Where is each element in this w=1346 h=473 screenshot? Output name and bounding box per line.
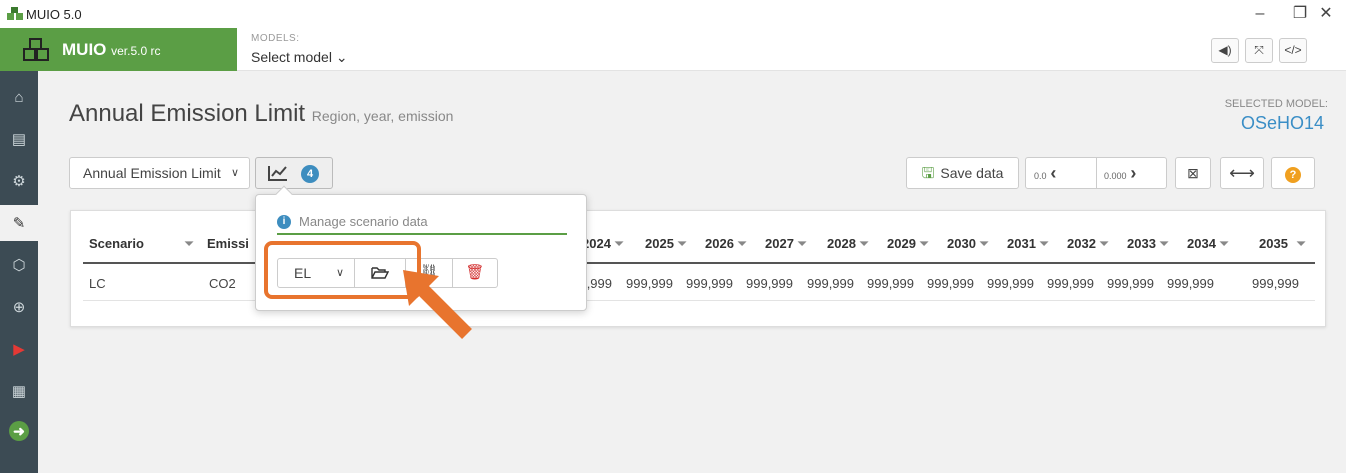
cell-value[interactable]: 999,999 bbox=[1241, 276, 1299, 291]
divider bbox=[1096, 158, 1097, 188]
column-header-year[interactable]: 2034 ⏷ bbox=[1187, 236, 1229, 252]
decimals-right-value: 0.000 bbox=[1104, 171, 1127, 181]
export-excel-button[interactable]: ⊠ bbox=[1175, 157, 1211, 189]
question-icon: ? bbox=[1285, 167, 1301, 183]
column-header-year[interactable]: 2025 ⏷ bbox=[645, 236, 687, 252]
arrows-horizontal-icon: ⟷ bbox=[1229, 163, 1255, 183]
arrow-right-icon[interactable]: ➜ bbox=[0, 413, 38, 449]
minimize-button[interactable]: – bbox=[1240, 3, 1280, 25]
parameter-select[interactable]: Annual Emission Limit ∨ bbox=[69, 157, 250, 189]
chevron-left-icon: ‹ bbox=[1050, 163, 1057, 183]
window-titlebar: MUIO 5.0 – ❐ ✕ bbox=[0, 0, 1346, 28]
column-header-year[interactable]: 2024 ⏷ bbox=[582, 236, 624, 252]
cube-icon[interactable]: ⬡ bbox=[0, 247, 38, 283]
column-header-scenario[interactable]: Scenario ⏷ bbox=[89, 236, 194, 252]
cell-value[interactable]: 999,999 bbox=[1036, 276, 1094, 291]
manage-scenario-input[interactable]: i Manage scenario data bbox=[277, 211, 567, 235]
close-button[interactable]: ✕ bbox=[1306, 3, 1346, 25]
models-label: MODELS: bbox=[251, 33, 300, 44]
cell-value[interactable]: 999,999 bbox=[735, 276, 793, 291]
info-icon: i bbox=[277, 215, 291, 229]
cell-emission[interactable]: CO2 bbox=[209, 276, 236, 291]
decimals-increase-button[interactable]: 0.000 › bbox=[1104, 158, 1136, 191]
app-logo-icon bbox=[7, 7, 23, 20]
help-button[interactable]: ? bbox=[1271, 157, 1315, 189]
sidebar-nav: ⌂ ▤ ⚙ ✎ ⬡ ⊕ ▶ ▦ ➜ bbox=[0, 71, 38, 473]
cell-value[interactable]: 999,999 bbox=[1096, 276, 1154, 291]
column-header-year[interactable]: 2033 ⏷ bbox=[1127, 236, 1169, 252]
decimal-control: 0.0 ‹ 0.000 › bbox=[1025, 157, 1167, 189]
page-title: Annual Emission Limit Region, year, emis… bbox=[69, 100, 453, 128]
cell-value[interactable]: 999,999 bbox=[976, 276, 1034, 291]
selected-model-label: SELECTED MODEL: bbox=[1224, 98, 1328, 110]
fullscreen-icon[interactable]: ⤧ bbox=[1245, 38, 1273, 63]
parameter-select-value: Annual Emission Limit bbox=[83, 165, 221, 181]
decimals-decrease-button[interactable]: 0.0 ‹ bbox=[1034, 158, 1056, 191]
column-width-button[interactable]: ⟷ bbox=[1220, 157, 1264, 189]
cell-value[interactable]: 999,999 bbox=[615, 276, 673, 291]
chevron-right-icon: › bbox=[1130, 163, 1137, 183]
column-header-year[interactable]: 2032 ⏷ bbox=[1067, 236, 1109, 252]
line-chart-icon bbox=[268, 166, 287, 181]
column-header-year[interactable]: 2030 ⏷ bbox=[947, 236, 989, 252]
cogs-icon[interactable]: ⚙ bbox=[0, 163, 38, 199]
save-data-label: Save data bbox=[940, 165, 1004, 181]
annotation-arrow-icon bbox=[403, 270, 472, 339]
cell-scenario[interactable]: LC bbox=[89, 276, 106, 291]
home-icon[interactable]: ⌂ bbox=[0, 79, 38, 115]
column-header-year[interactable]: 2028 ⏷ bbox=[827, 236, 869, 252]
document-icon[interactable]: ▤ bbox=[0, 121, 38, 157]
play-icon[interactable]: ▶ bbox=[0, 331, 38, 367]
cell-value[interactable]: 999,999 bbox=[916, 276, 974, 291]
chevron-down-icon: ∨ bbox=[230, 167, 239, 179]
decimals-left-value: 0.0 bbox=[1034, 171, 1047, 181]
edit-icon[interactable]: ✎ bbox=[0, 205, 38, 241]
zoom-icon[interactable]: ⊕ bbox=[0, 289, 38, 325]
column-header-emission[interactable]: Emissi bbox=[207, 236, 249, 251]
cubes-logo-icon bbox=[23, 38, 49, 61]
app-header: MODELS: Select model ⌄ ◀) ⤧ </> bbox=[237, 28, 1346, 71]
brand-panel[interactable]: MUIO ver.5.0 rc bbox=[0, 28, 237, 71]
selected-model-name: OSeHO14 bbox=[1240, 113, 1324, 133]
table-icon[interactable]: ▦ bbox=[0, 373, 38, 409]
volume-icon[interactable]: ◀) bbox=[1211, 38, 1239, 63]
code-icon[interactable]: </> bbox=[1279, 38, 1307, 63]
brand-name: MUIO bbox=[62, 40, 107, 59]
save-icon: 🖫 bbox=[921, 165, 935, 182]
window-title: MUIO 5.0 bbox=[26, 7, 82, 22]
cell-value[interactable]: 999,999 bbox=[796, 276, 854, 291]
filter-icon[interactable]: ⏷ bbox=[184, 236, 194, 251]
column-header-year[interactable]: 2029 ⏷ bbox=[887, 236, 929, 252]
cell-value[interactable]: 999,999 bbox=[675, 276, 733, 291]
column-header-year[interactable]: 2035 ⏷ bbox=[1259, 236, 1306, 252]
manage-scenario-placeholder: Manage scenario data bbox=[299, 214, 428, 229]
scenario-count-badge: 4 bbox=[301, 165, 319, 183]
column-header-year[interactable]: 2026 ⏷ bbox=[705, 236, 747, 252]
cell-value[interactable]: 999,999 bbox=[856, 276, 914, 291]
page-subtitle: Region, year, emission bbox=[311, 108, 454, 124]
brand-version: ver.5.0 rc bbox=[111, 44, 161, 58]
column-header-year[interactable]: 2027 ⏷ bbox=[765, 236, 807, 252]
cell-value[interactable]: 999,999 bbox=[1156, 276, 1214, 291]
model-select[interactable]: Select model ⌄ bbox=[251, 49, 348, 66]
save-data-button[interactable]: 🖫 Save data bbox=[906, 157, 1019, 189]
column-header-year[interactable]: 2031 ⏷ bbox=[1007, 236, 1049, 252]
scenario-chart-button[interactable]: 4 bbox=[255, 157, 333, 189]
page-title-text: Annual Emission Limit bbox=[69, 100, 306, 127]
excel-icon: ⊠ bbox=[1187, 165, 1199, 181]
